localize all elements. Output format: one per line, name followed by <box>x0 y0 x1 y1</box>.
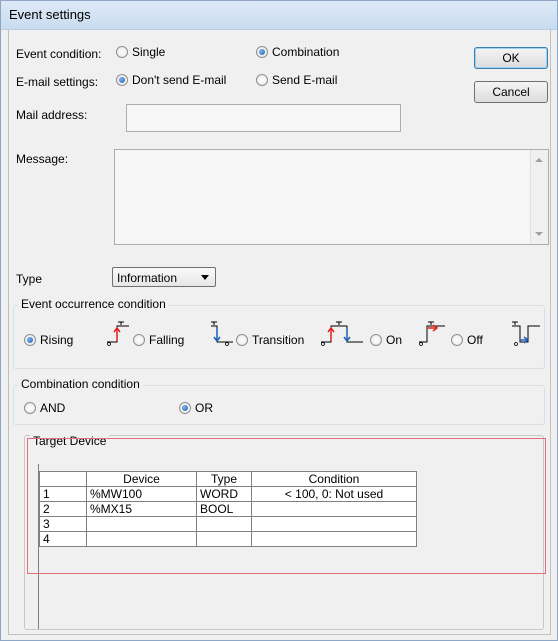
email-send-radio[interactable]: Send E-mail <box>256 73 337 87</box>
chevron-down-icon <box>201 275 209 280</box>
target-device-highlight <box>27 438 546 574</box>
radio-label: Transition <box>252 333 305 347</box>
occurrence-transition-radio[interactable]: Transition <box>236 333 304 347</box>
transition-icon <box>319 320 367 348</box>
radio-label: Combination <box>272 45 340 59</box>
dialog-content: Event condition: Single Combination E-ma… <box>8 30 551 635</box>
message-label: Message: <box>16 152 69 166</box>
occurrence-on-radio[interactable]: On <box>370 333 402 347</box>
rising-edge-icon <box>105 320 131 348</box>
radio-label: Don't send E-mail <box>132 73 227 87</box>
radio-label: On <box>386 333 403 347</box>
mail-address-label: Mail address: <box>16 108 88 122</box>
radio-label: Send E-mail <box>272 73 338 87</box>
event-condition-single-radio[interactable]: Single <box>116 45 165 59</box>
combination-condition-legend: Combination condition <box>18 377 143 391</box>
email-dont-send-radio[interactable]: Don't send E-mail <box>116 73 226 87</box>
off-state-icon <box>510 320 542 348</box>
occurrence-rising-radio[interactable]: Rising <box>24 333 73 347</box>
radio-indicator <box>256 74 268 86</box>
message-textarea[interactable] <box>114 149 549 245</box>
combination-and-radio[interactable]: AND <box>24 401 65 415</box>
event-condition-label: Event condition: <box>16 47 102 61</box>
radio-indicator <box>116 46 128 58</box>
radio-indicator <box>451 334 463 346</box>
radio-label: Falling <box>149 333 185 347</box>
message-scrollbar[interactable] <box>530 150 548 244</box>
email-settings-label: E-mail settings: <box>16 75 99 89</box>
scroll-up-icon[interactable] <box>535 158 543 162</box>
radio-indicator <box>236 334 248 346</box>
event-occurrence-legend: Event occurrence condition <box>18 297 169 311</box>
on-state-icon <box>417 320 449 348</box>
scroll-down-icon[interactable] <box>535 232 543 236</box>
radio-indicator <box>179 402 191 414</box>
radio-indicator <box>133 334 145 346</box>
ok-button[interactable]: OK <box>474 47 548 69</box>
combination-or-radio[interactable]: OR <box>179 401 213 415</box>
window-title: Event settings <box>9 7 91 22</box>
radio-indicator <box>370 334 382 346</box>
radio-indicator <box>24 402 36 414</box>
type-label: Type <box>16 272 43 286</box>
type-dropdown-value: Information <box>117 271 178 285</box>
radio-label: Off <box>467 333 483 347</box>
radio-label: AND <box>40 401 66 415</box>
event-settings-dialog: Event settings Event condition: Single C… <box>0 0 558 641</box>
type-dropdown[interactable]: Information <box>112 267 216 287</box>
radio-indicator <box>24 334 36 346</box>
occurrence-off-radio[interactable]: Off <box>451 333 483 347</box>
cancel-button[interactable]: Cancel <box>474 81 548 103</box>
event-condition-combination-radio[interactable]: Combination <box>256 45 339 59</box>
title-bar[interactable]: Event settings <box>1 1 557 30</box>
event-occurrence-group: Event occurrence condition Rising Fallin… <box>13 297 545 369</box>
occurrence-falling-radio[interactable]: Falling <box>133 333 184 347</box>
radio-label: Single <box>132 45 166 59</box>
radio-indicator <box>116 74 128 86</box>
combination-condition-group: Combination condition AND OR <box>13 377 545 425</box>
radio-label: Rising <box>40 333 74 347</box>
radio-indicator <box>256 46 268 58</box>
falling-edge-icon <box>209 320 235 348</box>
radio-label: OR <box>195 401 213 415</box>
mail-address-input[interactable] <box>126 104 401 132</box>
